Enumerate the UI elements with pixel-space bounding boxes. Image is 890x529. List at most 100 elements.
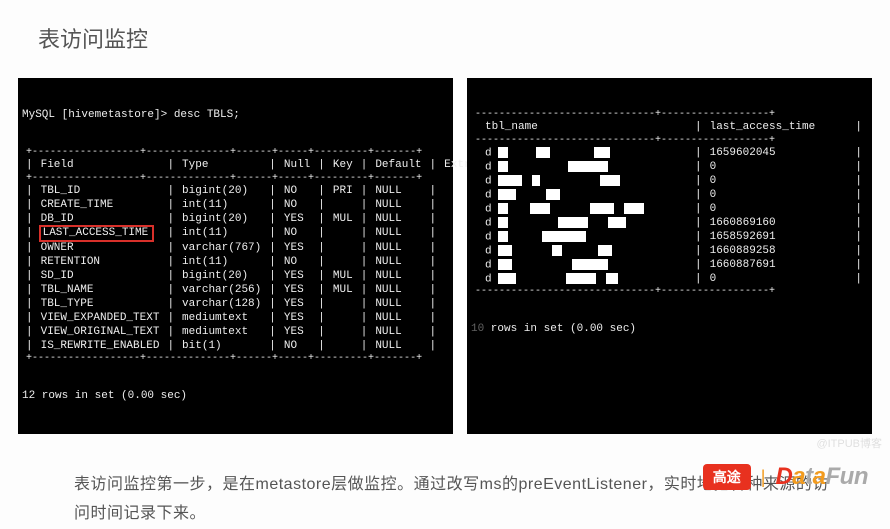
table-row: |DB_ID|bigint(20)|YES|MUL|NULL|| [22, 212, 496, 226]
cell-default: NULL [371, 198, 425, 212]
watermark: @ITPUB博客 [816, 435, 882, 451]
cell-type: varchar(767) [178, 241, 265, 255]
col-type: Type [178, 159, 265, 173]
cell-null: YES [280, 269, 314, 283]
cell-field: RETENTION [37, 255, 164, 269]
cell-last-access: 0 [706, 174, 852, 188]
col-null: Null [280, 159, 314, 173]
col-default: Default [371, 159, 425, 173]
cell-field: VIEW_ORIGINAL_TEXT [37, 325, 164, 339]
cell-last-access: 0 [706, 160, 852, 174]
col-last-access: last_access_time [706, 121, 852, 135]
table-row: +------------------+--------------+-----… [22, 353, 496, 365]
gaotu-logo: 高途 [703, 464, 751, 490]
cell-null: YES [280, 297, 314, 311]
cell-type: varchar(128) [178, 297, 265, 311]
table-row: |VIEW_ORIGINAL_TEXT|mediumtext|YES||NULL… [22, 325, 496, 339]
cell-default: NULL [371, 184, 425, 198]
cell-field: DB_ID [37, 212, 164, 226]
cell-key [329, 241, 357, 255]
footer-logos: 高途 | DataFun [703, 463, 868, 491]
cell-last-access: 1660869160 [706, 216, 852, 230]
schema-table: +------------------+--------------+-----… [22, 147, 496, 364]
table-row: |TBL_TYPE|varchar(128)|YES||NULL|| [22, 297, 496, 311]
cell-type: bigint(20) [178, 212, 265, 226]
cell-type: bigint(20) [178, 269, 265, 283]
cell-key [329, 325, 357, 339]
table-row: |IS_REWRITE_ENABLED|bit(1)|NO||NULL|| [22, 339, 496, 353]
cell-key: MUL [329, 269, 357, 283]
cell-default: NULL [371, 269, 425, 283]
table-row: d |1660887691| [471, 258, 866, 272]
cell-null: NO [280, 255, 314, 269]
cell-field: TBL_ID [37, 184, 164, 198]
terminal-left: MySQL [hivemetastore]> desc TBLS; +-----… [18, 78, 453, 434]
cell-default: NULL [371, 255, 425, 269]
cell-field: LAST_ACCESS_TIME [37, 226, 164, 241]
cell-field: TBL_TYPE [37, 297, 164, 311]
table-row: |LAST_ACCESS_TIME|int(11)|NO||NULL|| [22, 226, 496, 241]
cell-tbl-name-redacted: d [481, 230, 691, 244]
cell-field: SD_ID [37, 269, 164, 283]
cell-key [329, 339, 357, 353]
table-row: d |0| [471, 272, 866, 286]
table-row: ------------------------------+---------… [471, 135, 866, 147]
cell-field: VIEW_EXPANDED_TEXT [37, 311, 164, 325]
table-row: |TBL_NAME|varchar(256)|YES|MUL|NULL|| [22, 283, 496, 297]
table-row: d |0| [471, 202, 866, 216]
cell-default: NULL [371, 226, 425, 241]
cell-field: OWNER [37, 241, 164, 255]
cell-tbl-name-redacted: d [481, 244, 691, 258]
cell-type: bigint(20) [178, 184, 265, 198]
table-header-row: |Field |Type |Null |Key |Default |Extra| [22, 159, 496, 173]
sql-prompt: MySQL [hivemetastore]> desc TBLS; [22, 109, 447, 122]
cell-last-access: 1660889258 [706, 244, 852, 258]
table-row: d |1658592691| [471, 230, 866, 244]
table-row: |VIEW_EXPANDED_TEXT|mediumtext|YES||NULL… [22, 311, 496, 325]
cell-tbl-name-redacted: d [481, 188, 691, 202]
cell-tbl-name-redacted: d [481, 160, 691, 174]
cell-type: mediumtext [178, 311, 265, 325]
cell-tbl-name-redacted: d [481, 216, 691, 230]
cell-null: YES [280, 311, 314, 325]
cell-key [329, 297, 357, 311]
col-key: Key [329, 159, 357, 173]
cell-type: bit(1) [178, 339, 265, 353]
cell-default: NULL [371, 325, 425, 339]
cell-key [329, 311, 357, 325]
table-row: d |0| [471, 188, 866, 202]
cell-default: NULL [371, 212, 425, 226]
cell-type: int(11) [178, 198, 265, 212]
cell-key [329, 255, 357, 269]
cell-tbl-name-redacted: d [481, 146, 691, 160]
datafun-a2: a [813, 463, 826, 490]
datafun-logo: DataFun [775, 463, 868, 491]
table-row: d |1660889258| [471, 244, 866, 258]
cell-default: NULL [371, 311, 425, 325]
table-row: |SD_ID|bigint(20)|YES|MUL|NULL|| [22, 269, 496, 283]
cell-null: NO [280, 184, 314, 198]
highlighted-field: LAST_ACCESS_TIME [39, 225, 155, 242]
cell-field: CREATE_TIME [37, 198, 164, 212]
terminal-right: ------------------------------+---------… [467, 78, 872, 434]
access-table: ------------------------------+---------… [471, 109, 866, 298]
cell-tbl-name-redacted: d [481, 272, 691, 286]
cell-null: NO [280, 339, 314, 353]
table-row: |OWNER|varchar(767)|YES||NULL|| [22, 241, 496, 255]
slide-title: 表访问监控 [0, 0, 890, 54]
cell-key: MUL [329, 283, 357, 297]
cell-tbl-name-redacted: d [481, 202, 691, 216]
col-field: Field [37, 159, 164, 173]
cell-null: YES [280, 241, 314, 255]
cell-tbl-name-redacted: d [481, 258, 691, 272]
cell-default: NULL [371, 283, 425, 297]
cell-last-access: 0 [706, 272, 852, 286]
cell-last-access: 1660887691 [706, 258, 852, 272]
cell-default: NULL [371, 297, 425, 311]
table-row: ------------------------------+---------… [471, 286, 866, 298]
cell-default: NULL [371, 241, 425, 255]
cell-key: PRI [329, 184, 357, 198]
rows-footer: 12 rows in set (0.00 sec) [22, 390, 447, 403]
table-row: d |1660869160| [471, 216, 866, 230]
cell-type: int(11) [178, 226, 265, 241]
